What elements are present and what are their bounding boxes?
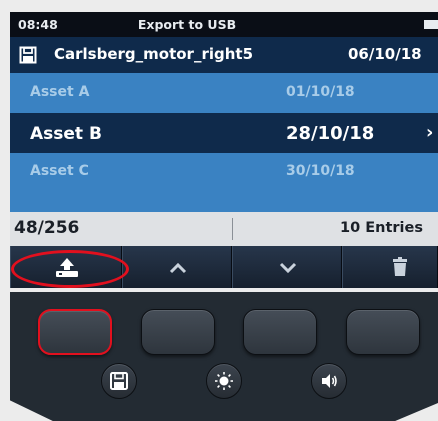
hardware-key-4[interactable] bbox=[346, 309, 420, 355]
battery-icon bbox=[424, 20, 438, 29]
chevron-down-icon bbox=[279, 262, 297, 274]
floppy-disk-icon bbox=[19, 46, 37, 68]
file-header: Carlsberg_motor_right5 06/10/18 bbox=[10, 37, 438, 73]
brightness-button[interactable] bbox=[206, 363, 242, 399]
hardware-key-3[interactable] bbox=[243, 309, 317, 355]
status-bar: 08:48 Export to USB bbox=[10, 12, 438, 37]
divider bbox=[232, 218, 233, 240]
asset-date: 28/10/18 bbox=[286, 123, 375, 144]
hardware-key-1[interactable] bbox=[38, 309, 112, 355]
asset-date: 01/10/18 bbox=[286, 84, 355, 100]
list-item-asset-c[interactable]: Asset C 30/10/18 bbox=[10, 153, 438, 189]
volume-button[interactable] bbox=[311, 363, 347, 399]
volume-icon bbox=[322, 374, 337, 388]
info-bar: 48/256 10 Entries bbox=[10, 212, 438, 246]
chevron-up-icon bbox=[169, 262, 187, 274]
asset-date: 30/10/18 bbox=[286, 163, 355, 179]
file-date: 06/10/18 bbox=[348, 45, 422, 63]
delete-softkey[interactable] bbox=[342, 246, 438, 288]
screen-title: Export to USB bbox=[137, 17, 237, 32]
hardware-key-2[interactable] bbox=[141, 309, 215, 355]
save-button[interactable] bbox=[101, 363, 137, 399]
brightness-icon bbox=[215, 372, 233, 390]
list-item-asset-b[interactable]: Asset B 28/10/18 › bbox=[10, 113, 438, 153]
asset-label: Asset A bbox=[30, 84, 90, 100]
save-icon bbox=[110, 372, 128, 390]
trash-icon bbox=[393, 257, 407, 276]
device-keypad bbox=[10, 292, 438, 421]
entries-count: 10 Entries bbox=[340, 220, 423, 236]
highlight-circle bbox=[11, 250, 129, 288]
list-spacer bbox=[10, 189, 438, 212]
scroll-up-softkey[interactable] bbox=[122, 246, 232, 288]
asset-label: Asset C bbox=[30, 163, 89, 179]
record-count: 48/256 bbox=[14, 218, 80, 238]
chevron-right-icon: › bbox=[426, 122, 434, 143]
list-item-asset-a[interactable]: Asset A 01/10/18 bbox=[10, 73, 438, 113]
asset-label: Asset B bbox=[30, 124, 102, 144]
device-screen: 08:48 Export to USB Carlsberg_motor_righ… bbox=[10, 12, 438, 288]
file-name: Carlsberg_motor_right5 bbox=[54, 45, 254, 63]
scroll-down-softkey[interactable] bbox=[232, 246, 342, 288]
